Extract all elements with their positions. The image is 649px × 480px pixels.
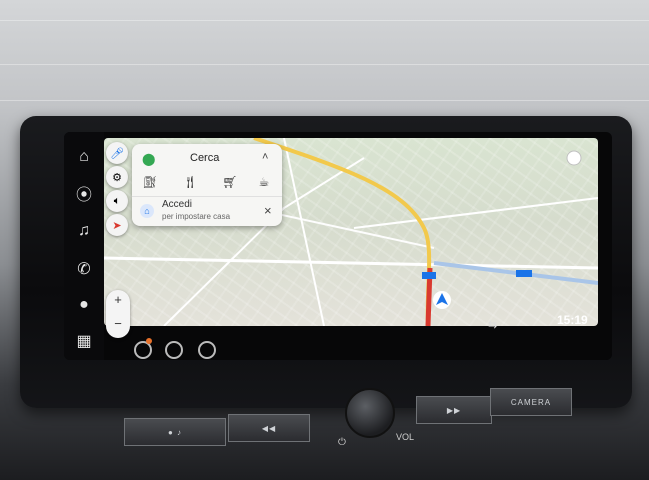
prev-track-button[interactable]: ◀◀ [228, 414, 310, 442]
side-rail: ⌂ ⦿ ♫ ✆ ● ▦ [64, 132, 104, 360]
coffee-icon[interactable]: ☕︎ [252, 172, 276, 192]
route-toggle-icon[interactable]: ⇆ [488, 318, 497, 331]
equalizer-icon[interactable] [198, 341, 216, 359]
music-note-icon[interactable]: ♫ [73, 220, 95, 242]
search-row[interactable]: ⬤ Cerca ˄ [132, 148, 282, 170]
power-icon: ⏻ [338, 437, 346, 448]
apps-grid-icon[interactable]: ▦ [73, 330, 95, 352]
set-home-row[interactable]: ⌂ Accedi per impostare casa × [132, 196, 282, 225]
mic-icon[interactable]: 🎤︎ [106, 142, 128, 164]
camera-button[interactable]: CAMERA [490, 388, 572, 416]
volume-label: VOL [396, 432, 415, 442]
assistant-icon[interactable]: ● [73, 294, 95, 316]
record-icon[interactable] [165, 341, 183, 359]
zoom-out-button[interactable]: − [106, 316, 130, 331]
category-row: ⛽︎ 🍴︎ 🛒︎ ☕︎ [132, 172, 282, 192]
gas-station-icon[interactable]: ⛽︎ [138, 172, 162, 192]
home-badge-icon: ⌂ [140, 204, 154, 218]
grocery-cart-icon[interactable]: 🛒︎ [218, 172, 242, 192]
home-title: Accedi [162, 199, 193, 210]
next-track-button[interactable]: ▶▶ [416, 396, 492, 424]
location-pin-icon[interactable]: ⦿ [73, 182, 95, 204]
search-title[interactable]: Cerca [190, 152, 219, 164]
search-card: ⬤ Cerca ˄ ⛽︎ 🍴︎ 🛒︎ ☕︎ ⌂ Accedi per impos… [132, 144, 282, 226]
volume-knob[interactable] [345, 388, 395, 438]
clock: 15:19 [557, 313, 588, 327]
restaurant-icon[interactable]: 🍴︎ [178, 172, 202, 192]
route-icon[interactable]: ➤ [106, 214, 128, 236]
home-subtitle: per impostare casa [162, 212, 231, 221]
home-icon[interactable]: ⌂ [73, 146, 95, 168]
chevron-up-icon[interactable]: ˄ [262, 151, 268, 163]
phone-icon[interactable]: ✆ [73, 258, 95, 280]
source-button[interactable]: ● ♪ [124, 418, 226, 446]
settings-icon[interactable]: ⚙ [106, 166, 128, 188]
notification-badge [146, 338, 152, 344]
zoom-control: + − [106, 290, 130, 338]
close-icon[interactable]: × [264, 203, 272, 218]
maps-pin-icon: ⬤ [142, 152, 156, 166]
zoom-in-button[interactable]: + [106, 292, 130, 307]
volume-icon[interactable]: 🔈︎ [106, 190, 128, 212]
